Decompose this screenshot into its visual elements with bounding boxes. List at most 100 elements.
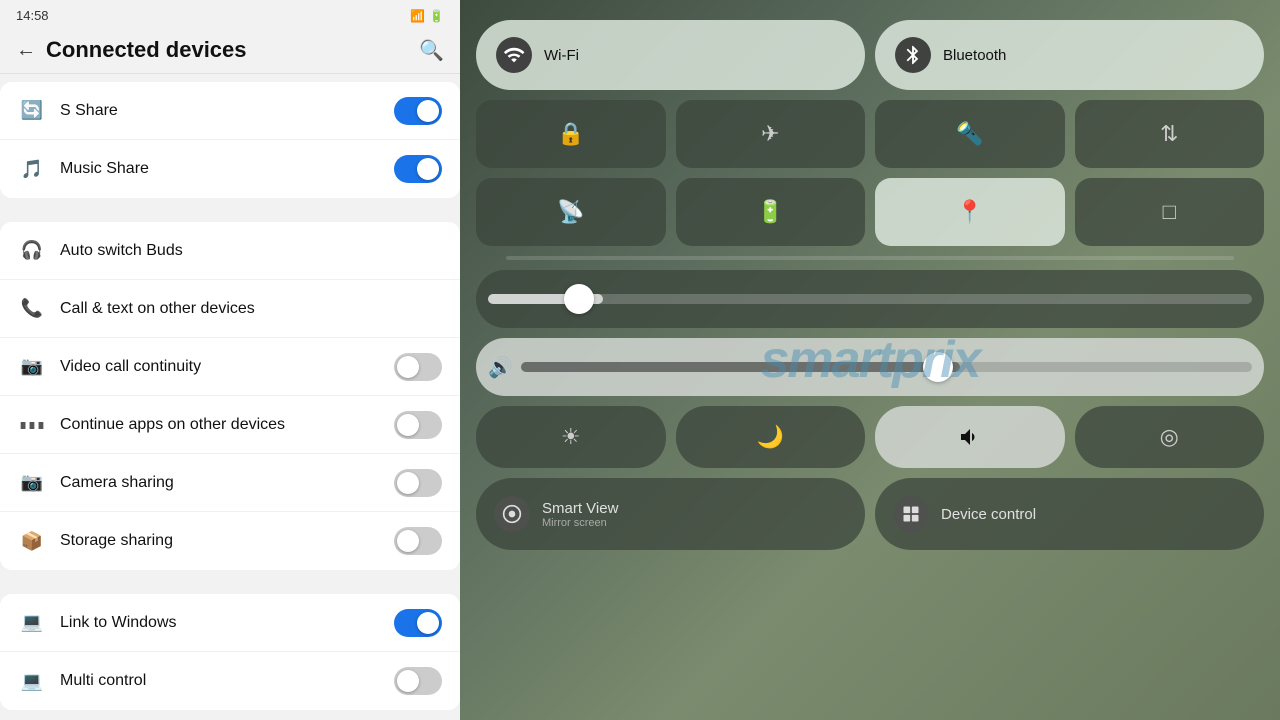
page-header: ← Connected devices 🔍 [0,27,460,74]
header-left: ← Connected devices [16,37,247,63]
list-item-camera-sharing[interactable]: 📷 Camera sharing [0,454,460,512]
video-call-knob [397,356,419,378]
smart-view-icon [494,496,530,532]
list-item-storage-sharing[interactable]: 📦 Storage sharing [0,512,460,570]
video-call-icon: 📷 [18,353,46,381]
camera-sharing-label: Camera sharing [60,474,394,492]
music-share-icon: 🎵 [18,155,46,183]
list-item-s-share[interactable]: 🔄 S Share [0,82,460,140]
qs-data-switch-tile[interactable]: ⇅ [1075,100,1265,168]
list-item-continue-apps[interactable]: ∎∎∎ Continue apps on other devices [0,396,460,454]
continue-apps-toggle[interactable] [394,411,442,439]
s-share-label: S Share [60,102,394,120]
battery-icon: 🔋 [429,9,444,23]
qs-nfc-tile[interactable]: 📡 [476,178,666,246]
volume-slider-tile[interactable]: 🔊 [476,338,1264,396]
qs-row-1: Wi-Fi Bluetooth [476,20,1264,90]
qs-airplane-tile[interactable]: ✈ [676,100,866,168]
list-item-auto-switch-buds[interactable]: 🎧 Auto switch Buds [0,222,460,280]
section-top-toggles: 🔄 S Share 🎵 Music Share [0,82,460,198]
storage-sharing-label: Storage sharing [60,532,394,550]
storage-sharing-icon: 📦 [18,527,46,555]
qs-flashlight-tile[interactable]: 🔦 [875,100,1065,168]
link-windows-toggle[interactable] [394,609,442,637]
multi-control-toggle[interactable] [394,667,442,695]
s-share-knob [417,100,439,122]
wifi-tile[interactable]: Wi-Fi [476,20,865,90]
qs-wireless-tile[interactable]: 🔋 [676,178,866,246]
qs-focus-tile[interactable]: ◎ [1075,406,1265,468]
continue-apps-label: Continue apps on other devices [60,416,394,434]
smart-view-sub: Mirror screen [542,517,618,529]
camera-sharing-text: Camera sharing [60,474,394,492]
video-call-text: Video call continuity [60,358,394,376]
device-control-tile[interactable]: Device control [875,478,1264,550]
s-share-icon: 🔄 [18,97,46,125]
storage-sharing-toggle[interactable] [394,527,442,555]
list-item-multi-control[interactable]: 💻 Multi control [0,652,460,710]
continue-apps-icon: ∎∎∎ [18,411,46,439]
section-link: 💻 Link to Windows 💻 Multi control [0,594,460,710]
qs-volume-row: 🔊 [476,338,1264,396]
auto-switch-buds-text: Auto switch Buds [60,242,442,260]
storage-sharing-knob [397,530,419,552]
volume-slider-icon: 🔊 [488,355,513,380]
signal-icon: 📶 [410,9,425,23]
multi-control-label: Multi control [60,672,394,690]
status-time: 14:58 [16,8,49,23]
section-buds: 🎧 Auto switch Buds 📞 Call & text on othe… [0,222,460,570]
qs-sound-tile[interactable] [875,406,1065,468]
list-item-link-windows[interactable]: 💻 Link to Windows [0,594,460,652]
qs-brightness-row [476,270,1264,328]
list-item-video-call[interactable]: 📷 Video call continuity [0,338,460,396]
status-icons: 📶 🔋 [410,9,444,23]
qs-night-mode-tile[interactable]: 🌙 [676,406,866,468]
status-bar: 14:58 📶 🔋 [0,0,460,27]
qs-location-tile[interactable]: 📍 [875,178,1065,246]
video-call-toggle[interactable] [394,353,442,381]
qs-grid-row-2: 📡 🔋 📍 □ [476,178,1264,246]
brightness-thumb[interactable] [564,284,594,314]
phone-settings-panel: 14:58 📶 🔋 ← Connected devices 🔍 🔄 S Shar… [0,0,460,720]
search-button[interactable]: 🔍 [419,38,444,63]
smart-view-label: Smart View [542,500,618,517]
quick-settings-panel: smartprix Wi-Fi Bluetooth 🔒 ✈ 🔦 ⇅ [460,0,1280,720]
section-gap-1 [0,206,460,214]
multi-control-text: Multi control [60,672,394,690]
camera-sharing-toggle[interactable] [394,469,442,497]
music-share-knob [417,158,439,180]
section-gap-2 [0,578,460,586]
volume-thumb[interactable] [923,352,953,382]
link-windows-icon: 💻 [18,609,46,637]
list-item-call-text[interactable]: 📞 Call & text on other devices [0,280,460,338]
continue-apps-text: Continue apps on other devices [60,416,394,434]
video-call-label: Video call continuity [60,358,394,376]
link-windows-label: Link to Windows [60,614,394,632]
s-share-text: S Share [60,102,394,120]
page-title: Connected devices [46,37,247,63]
back-button[interactable]: ← [16,39,36,62]
link-windows-knob [417,612,439,634]
music-share-toggle[interactable] [394,155,442,183]
qs-auto-brightness-tile[interactable]: ☀ [476,406,666,468]
multi-control-icon: 💻 [18,667,46,695]
settings-list: 🔄 S Share 🎵 Music Share [0,74,460,720]
brightness-slider-tile[interactable] [476,270,1264,328]
qs-multiwindow-tile[interactable]: □ [1075,178,1265,246]
camera-sharing-knob [397,472,419,494]
auto-switch-buds-icon: 🎧 [18,237,46,265]
call-text-label: Call & text on other devices [60,300,442,318]
qs-lock-tile[interactable]: 🔒 [476,100,666,168]
bluetooth-label: Bluetooth [943,47,1006,64]
bluetooth-tile[interactable]: Bluetooth [875,20,1264,90]
list-item-music-share[interactable]: 🎵 Music Share [0,140,460,198]
s-share-toggle[interactable] [394,97,442,125]
smart-view-tile[interactable]: Smart View Mirror screen [476,478,865,550]
music-share-label: Music Share [60,160,394,178]
music-share-text: Music Share [60,160,394,178]
camera-sharing-icon: 📷 [18,469,46,497]
call-text-icon: 📞 [18,295,46,323]
smart-view-text: Smart View Mirror screen [542,500,618,529]
storage-sharing-text: Storage sharing [60,532,394,550]
device-control-label: Device control [941,506,1036,523]
